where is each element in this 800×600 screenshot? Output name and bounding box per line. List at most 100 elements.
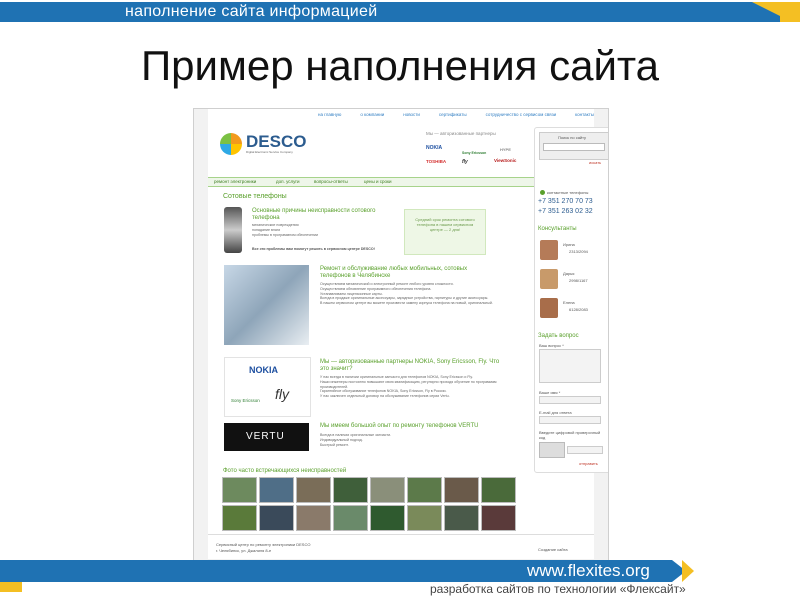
consultant-id: 2998/1167 bbox=[569, 278, 588, 283]
question-label: Ваш вопрос * bbox=[539, 343, 564, 348]
gallery-photo[interactable] bbox=[481, 505, 516, 531]
list-item: Быстрый ремонт. bbox=[320, 442, 349, 447]
nav-certificates[interactable]: сертификаты bbox=[439, 112, 467, 117]
gallery-photo[interactable] bbox=[370, 505, 405, 531]
search-link[interactable]: искать bbox=[589, 160, 601, 165]
list-item: У нас заключен отдельный договор на обсл… bbox=[320, 394, 450, 399]
footer-credit[interactable]: Создание сайта bbox=[538, 547, 568, 552]
name-label: Ваше имя * bbox=[539, 390, 561, 395]
footer-tagline: разработка сайтов по технологии «Флексай… bbox=[430, 582, 686, 596]
block3-title: Мы — авторизованные партнеры NOKIA, Sony… bbox=[320, 359, 500, 372]
photos-title: Фото часто встречающихся неисправностей bbox=[223, 468, 347, 474]
logo-nokia: NOKIA bbox=[249, 365, 278, 375]
email-label: E-mail для ответа bbox=[539, 410, 572, 415]
avatar bbox=[540, 269, 558, 289]
search-box: Поиск по сайту bbox=[539, 132, 608, 160]
promo-box: Средний срок ремонта сотового телефона в… bbox=[404, 209, 486, 255]
gallery-photo[interactable] bbox=[259, 477, 294, 503]
top-banner-band bbox=[0, 2, 780, 22]
email-field[interactable] bbox=[539, 416, 601, 424]
brand-fly: fly bbox=[462, 159, 468, 165]
block3-list: У нас всегда в наличии оригинальные запч… bbox=[320, 375, 500, 399]
brand-logos: NOKIA Sony Ericsson HYPE TOSHIBA fly Vie… bbox=[426, 141, 546, 171]
logo-sony-ericsson: Sony Ericsson bbox=[231, 398, 260, 403]
gallery-photo[interactable] bbox=[296, 505, 331, 531]
consultant-name: Дарья bbox=[563, 271, 575, 276]
consultant-id: 6128/2083 bbox=[569, 307, 588, 312]
question-textarea[interactable] bbox=[539, 349, 601, 383]
site-screenshot: на главную о компании новости сертификат… bbox=[193, 108, 609, 562]
block1-list: механические повреждения попадание влаги… bbox=[252, 223, 387, 237]
bottom-banner-accent-block bbox=[0, 582, 22, 592]
site-top-nav: на главную о компании новости сертификат… bbox=[318, 112, 594, 117]
logo-mark-icon bbox=[220, 133, 242, 155]
gallery-photo[interactable] bbox=[444, 505, 479, 531]
menu-repair[interactable]: ремонт электроники bbox=[214, 179, 256, 184]
consultant-name: Ирина bbox=[563, 242, 575, 247]
vertu-logo-text: VERTU bbox=[246, 431, 285, 442]
nav-cooperation[interactable]: сотрудничество с сервисом связи bbox=[486, 112, 557, 117]
search-label: Поиск по сайту bbox=[558, 135, 587, 140]
gallery-photo[interactable] bbox=[259, 505, 294, 531]
captcha-image bbox=[539, 442, 565, 458]
nav-about[interactable]: о компании bbox=[360, 112, 384, 117]
consultants-title: Консультанты bbox=[538, 226, 577, 232]
captcha-label: Введите цифровой проверочный код bbox=[539, 430, 601, 440]
gallery-photo[interactable] bbox=[296, 477, 331, 503]
site-logo[interactable]: DESCO Digital Electronic Service Company bbox=[220, 132, 310, 156]
top-banner: наполнение сайта информацией bbox=[0, 0, 800, 24]
site-sidebar: Поиск по сайту искать контактные телефон… bbox=[534, 127, 608, 473]
captcha-field[interactable] bbox=[567, 446, 603, 454]
gallery-photo[interactable] bbox=[222, 477, 257, 503]
top-banner-accent-block bbox=[780, 2, 800, 22]
phone-1: +7 351 270 70 73 bbox=[538, 198, 593, 205]
phone-icon bbox=[540, 190, 545, 195]
gallery-photo[interactable] bbox=[407, 477, 442, 503]
nav-news[interactable]: новости bbox=[403, 112, 420, 117]
gallery-photo[interactable] bbox=[333, 477, 368, 503]
promo-text: Средний срок ремонта сотового телефона в… bbox=[415, 217, 475, 232]
send-button[interactable]: отправить bbox=[579, 461, 598, 466]
menu-extra[interactable]: доп. услуги bbox=[276, 179, 300, 184]
gallery-photo[interactable] bbox=[481, 477, 516, 503]
logo-fly: fly bbox=[275, 386, 289, 402]
brand-hype: HYPE bbox=[500, 147, 511, 152]
partners-caption: Мы — авторизованные партнеры bbox=[426, 131, 496, 136]
search-input[interactable] bbox=[543, 143, 605, 151]
vertu-logo: VERTU bbox=[224, 423, 309, 451]
name-field[interactable] bbox=[539, 396, 601, 404]
block2-list: Осуществляем механический и электронный … bbox=[320, 282, 500, 306]
nav-contacts[interactable]: контакты bbox=[575, 112, 594, 117]
site-main: на главную о компании новости сертификат… bbox=[208, 109, 608, 559]
list-item: В нашем сервисном центре вы можете произ… bbox=[320, 301, 493, 306]
nav-home[interactable]: на главную bbox=[318, 112, 341, 117]
avatar bbox=[540, 240, 558, 260]
phone-2: +7 351 263 02 32 bbox=[538, 208, 593, 215]
footer-url: www.flexites.org bbox=[527, 561, 650, 580]
section-title: Сотовые телефоны bbox=[223, 193, 287, 200]
slide-title: Пример наполнения сайта bbox=[140, 42, 660, 89]
logo-subtitle: Digital Electronic Service Company bbox=[246, 150, 293, 154]
phones-label: контактные телефоны bbox=[547, 190, 589, 195]
logo-text: DESCO bbox=[246, 132, 307, 151]
gallery-photo[interactable] bbox=[370, 477, 405, 503]
brand-toshiba: TOSHIBA bbox=[426, 159, 447, 164]
list-item: проблемы в программном обеспечении bbox=[252, 232, 319, 237]
block1-note: Все эти проблемы вам помогут решить в се… bbox=[252, 247, 375, 251]
menu-prices[interactable]: цены и сроки bbox=[364, 179, 392, 184]
ask-title: Задать вопрос bbox=[538, 333, 579, 339]
brand-viewsonic: ViewSonic bbox=[494, 158, 517, 163]
block4-title: Мы имеем большой опыт по ремонту телефон… bbox=[320, 423, 479, 429]
footer-address: г. Челябинск, ул. Джалиля 8-е bbox=[216, 548, 272, 553]
technician-photo bbox=[224, 265, 309, 345]
gallery-photo[interactable] bbox=[222, 505, 257, 531]
menu-faq[interactable]: вопросы-ответы bbox=[314, 179, 348, 184]
top-banner-text: наполнение сайта информацией bbox=[125, 3, 378, 20]
avatar bbox=[540, 298, 558, 318]
gallery-photo[interactable] bbox=[333, 505, 368, 531]
bottom-banner: www.flexites.org разработка сайтов по те… bbox=[0, 557, 800, 600]
brand-sony-ericsson: Sony Ericsson bbox=[462, 151, 487, 155]
gallery-photo[interactable] bbox=[407, 505, 442, 531]
block1-title: Основные причины неисправности сотового … bbox=[252, 208, 376, 221]
gallery-photo[interactable] bbox=[444, 477, 479, 503]
